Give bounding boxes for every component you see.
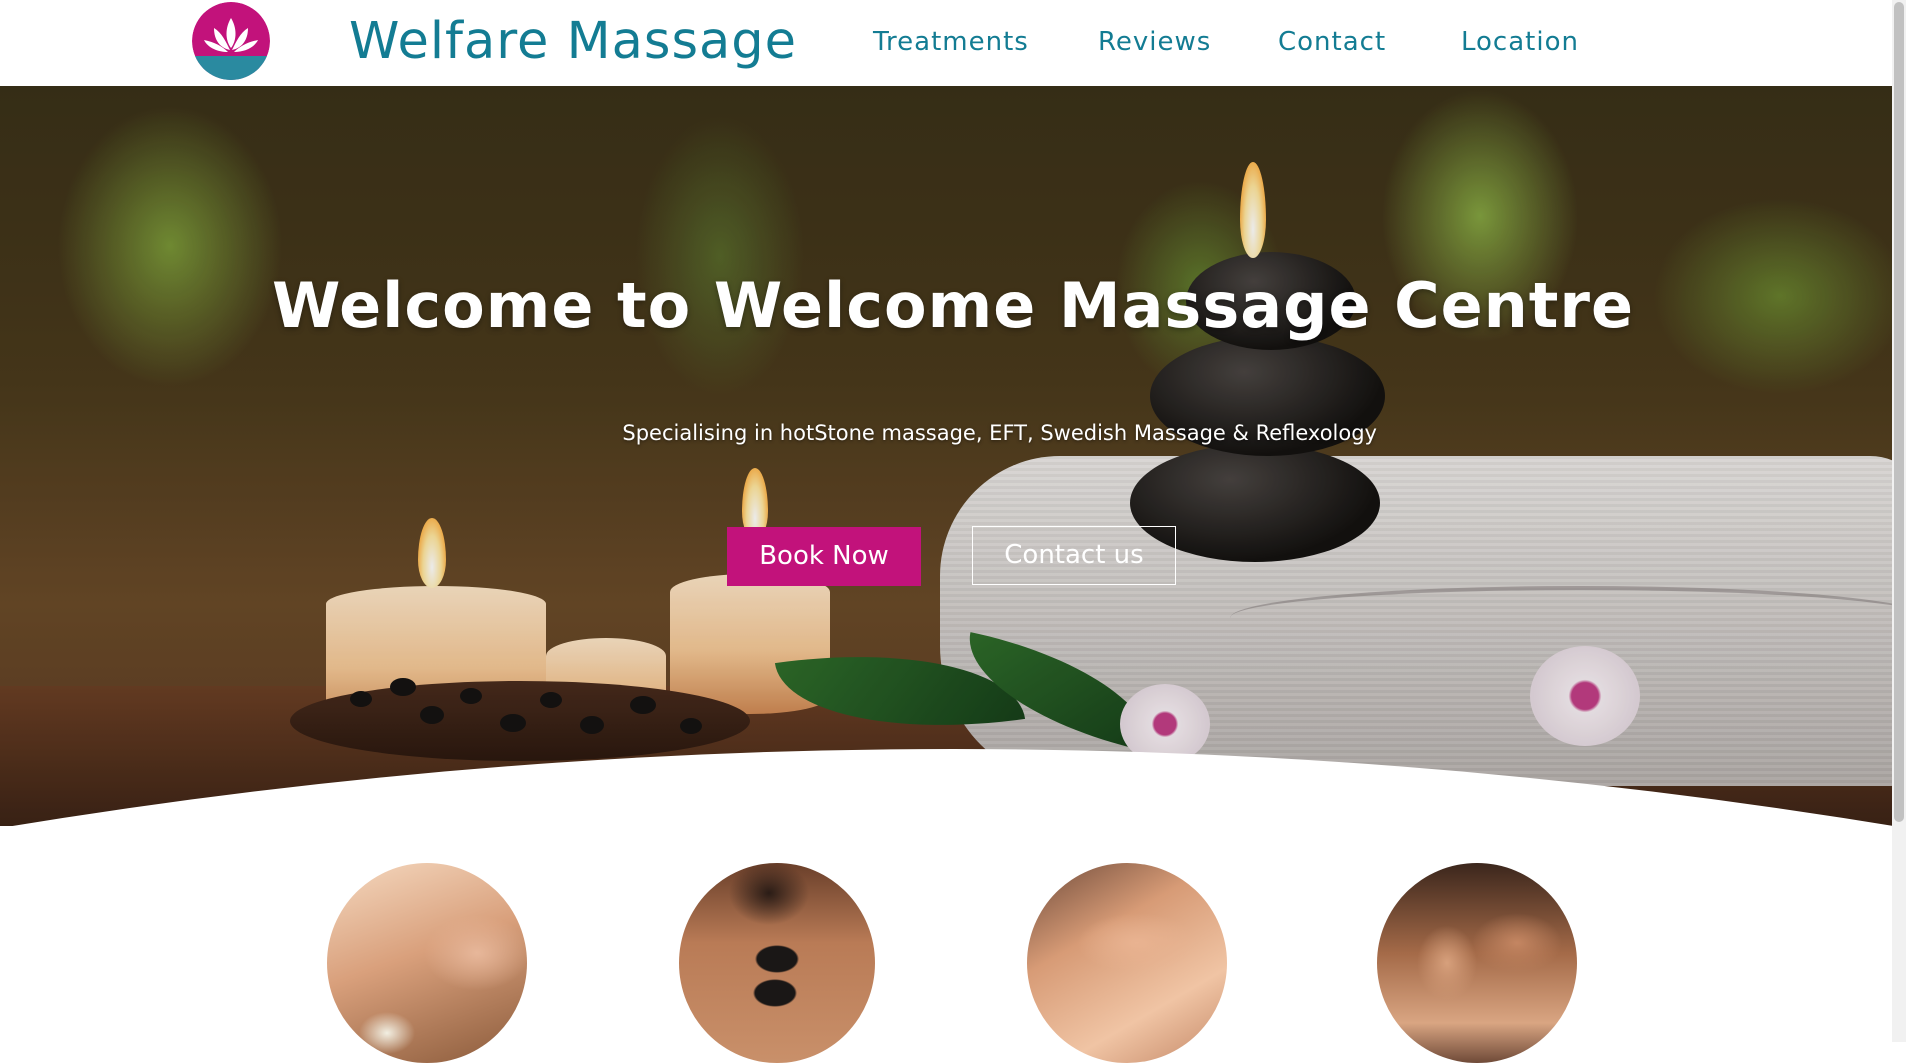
contact-us-button[interactable]: Contact us bbox=[972, 526, 1176, 585]
hot-stone-massage-image bbox=[679, 863, 875, 1063]
hero-overlay bbox=[0, 86, 1906, 826]
treatment-image-4[interactable] bbox=[1377, 863, 1577, 1063]
herbal-compress-massage-image bbox=[327, 863, 527, 1063]
treatment-image-3[interactable] bbox=[1027, 863, 1227, 1063]
nav-link-reviews[interactable]: Reviews bbox=[1098, 24, 1211, 60]
scrollbar-thumb[interactable] bbox=[1894, 2, 1904, 822]
book-now-button[interactable]: Book Now bbox=[727, 527, 921, 586]
hero-banner: Welcome to Welcome Massage Centre Specia… bbox=[0, 86, 1906, 826]
treatment-image-1[interactable] bbox=[327, 863, 527, 1063]
nav-link-contact[interactable]: Contact bbox=[1278, 24, 1386, 60]
site-header: Welfare Massage Treatments Reviews Conta… bbox=[0, 0, 1906, 86]
hero-subtitle: Specialising in hotStone massage, EFT, S… bbox=[622, 421, 1377, 445]
treatment-image-2[interactable] bbox=[679, 863, 875, 1063]
hero-curve-divider bbox=[0, 749, 1906, 840]
page-scrollbar[interactable] bbox=[1892, 0, 1906, 1042]
back-massage-hands-image bbox=[1027, 863, 1227, 1063]
hero-title: Welcome to Welcome Massage Centre bbox=[271, 269, 1635, 342]
nav-link-treatments[interactable]: Treatments bbox=[873, 24, 1029, 60]
nav-link-location[interactable]: Location bbox=[1461, 24, 1579, 60]
lotus-logo-icon[interactable] bbox=[192, 2, 270, 80]
site-title[interactable]: Welfare Massage bbox=[349, 10, 797, 74]
relaxing-shoulder-massage-image bbox=[1377, 863, 1577, 1063]
